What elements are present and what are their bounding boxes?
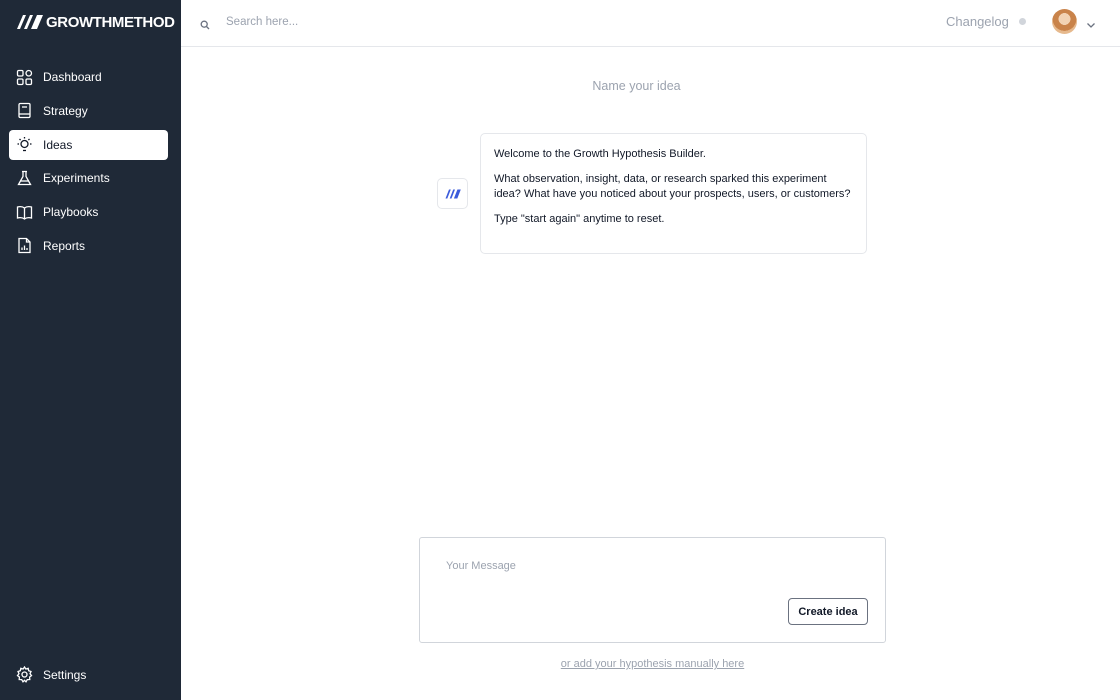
create-idea-button[interactable]: Create idea bbox=[788, 598, 868, 625]
open-book-icon bbox=[16, 204, 33, 221]
changelog-status-dot bbox=[1019, 18, 1026, 25]
sidebar: GROWTHMETHOD Dashboard Strategy Ideas Ex… bbox=[0, 0, 181, 700]
sidebar-item-label: Reports bbox=[43, 238, 86, 253]
sidebar-item-label: Playbooks bbox=[43, 205, 99, 220]
avatar[interactable] bbox=[1052, 9, 1077, 34]
growthmethod-logo-icon bbox=[445, 189, 461, 198]
brand-logo[interactable]: GROWTHMETHOD bbox=[16, 12, 175, 32]
flask-icon bbox=[16, 170, 33, 187]
sidebar-item-reports[interactable]: Reports bbox=[9, 231, 168, 261]
bot-message-bubble: Welcome to the Growth Hypothesis Builder… bbox=[480, 133, 867, 254]
sidebar-nav: Dashboard Strategy Ideas Experiments Pla… bbox=[9, 62, 168, 265]
sidebar-item-label: Experiments bbox=[43, 171, 110, 186]
message-composer: Create idea bbox=[419, 537, 886, 643]
lightbulb-icon bbox=[16, 136, 33, 153]
chevron-down-icon[interactable] bbox=[1086, 17, 1096, 28]
sidebar-item-dashboard[interactable]: Dashboard bbox=[9, 62, 168, 92]
bot-message-line: Welcome to the Growth Hypothesis Builder… bbox=[494, 148, 706, 160]
grid-icon bbox=[16, 69, 33, 86]
sidebar-item-label: Ideas bbox=[43, 137, 73, 152]
brand-name: GROWTHMETHOD bbox=[46, 13, 175, 31]
book-icon bbox=[16, 102, 33, 119]
sidebar-item-settings[interactable]: Settings bbox=[16, 665, 87, 683]
sidebar-item-label: Dashboard bbox=[43, 70, 102, 84]
topbar: Changelog bbox=[181, 0, 1120, 47]
message-input[interactable] bbox=[446, 560, 846, 600]
sidebar-item-experiments[interactable]: Experiments bbox=[9, 163, 168, 193]
growthmethod-logo-icon bbox=[17, 15, 43, 29]
sidebar-item-strategy[interactable]: Strategy bbox=[9, 96, 168, 126]
bot-avatar bbox=[437, 178, 468, 209]
bot-message-line: Type "start again" anytime to reset. bbox=[494, 212, 665, 225]
sidebar-item-ideas[interactable]: Ideas bbox=[9, 129, 168, 160]
bot-message-line: What observation, insight, data, or rese… bbox=[494, 172, 851, 201]
gear-icon bbox=[16, 665, 33, 683]
settings-label: Settings bbox=[43, 667, 87, 682]
page-title[interactable]: Name your idea bbox=[181, 79, 1092, 93]
add-hypothesis-manually-link[interactable]: or add your hypothesis manually here bbox=[419, 658, 886, 670]
search-input[interactable] bbox=[226, 12, 526, 32]
search-icon bbox=[200, 17, 210, 30]
changelog-link[interactable]: Changelog bbox=[946, 14, 1009, 29]
sidebar-item-playbooks[interactable]: Playbooks bbox=[9, 197, 168, 227]
report-icon bbox=[16, 237, 33, 254]
sidebar-item-label: Strategy bbox=[43, 103, 88, 118]
